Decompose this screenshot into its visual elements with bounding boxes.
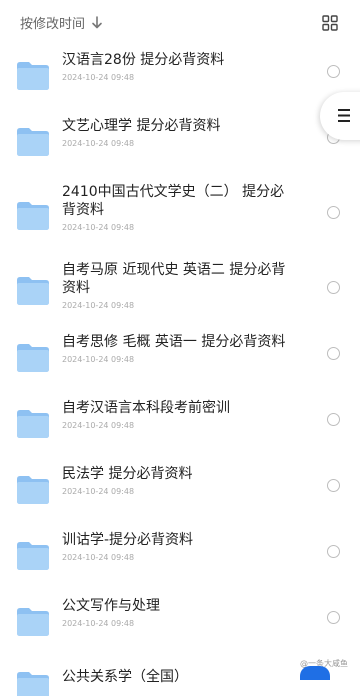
file-info: 自考思修 毛概 英语一 提分必背资料 2024-10-24 09:48 <box>62 333 308 365</box>
folder-icon <box>17 62 49 90</box>
file-name: 文艺心理学 提分必背资料 <box>62 118 221 134</box>
file-name: 自考思修 毛概 英语一 提分必背资料 <box>62 334 286 350</box>
folder-icon <box>17 542 49 570</box>
file-info: 公共关系学（全国） <box>62 668 308 686</box>
file-row[interactable]: 训诂学-提分必背资料 2024-10-24 09:48 <box>0 524 360 590</box>
file-info: 文艺心理学 提分必背资料 2024-10-24 09:48 <box>62 117 308 149</box>
file-row[interactable]: 自考汉语言本科段考前密训 2024-10-24 09:48 <box>0 392 360 458</box>
folder-icon <box>17 277 49 305</box>
file-date: 2024-10-24 09:48 <box>62 139 135 148</box>
file-date: 2024-10-24 09:48 <box>62 355 135 364</box>
file-row[interactable]: 自考思修 毛概 英语一 提分必背资料 2024-10-24 09:48 <box>0 326 360 392</box>
file-name: 2410中国古代文学史（二） 提分必背资料 <box>62 184 285 218</box>
file-info: 公文写作与处理 2024-10-24 09:48 <box>62 597 308 629</box>
file-date: 2024-10-24 09:48 <box>62 73 135 82</box>
file-date: 2024-10-24 09:48 <box>62 301 135 310</box>
sort-by-modified-button[interactable]: 按修改时间 <box>20 13 103 32</box>
folder-icon <box>17 344 49 372</box>
file-name: 汉语言28份 提分必背资料 <box>62 52 225 68</box>
file-date: 2024-10-24 09:48 <box>62 487 135 496</box>
folder-icon <box>17 608 49 636</box>
file-date: 2024-10-24 09:48 <box>62 223 135 232</box>
file-date: 2024-10-24 09:48 <box>62 421 135 430</box>
sort-label: 按修改时间 <box>20 17 86 32</box>
file-list: 汉语言28份 提分必背资料 2024-10-24 09:48 文艺心理学 提分必… <box>0 44 360 696</box>
file-info: 自考汉语言本科段考前密训 2024-10-24 09:48 <box>62 399 308 431</box>
select-radio[interactable] <box>327 479 340 492</box>
menu-icon <box>338 109 350 122</box>
floating-action-button[interactable] <box>300 666 330 680</box>
folder-icon <box>17 202 49 230</box>
select-radio[interactable] <box>327 545 340 558</box>
folder-icon <box>17 672 49 696</box>
file-row[interactable]: 公文写作与处理 2024-10-24 09:48 <box>0 590 360 656</box>
file-name: 公文写作与处理 <box>62 598 160 614</box>
file-info: 自考马原 近现代史 英语二 提分必背资料 2024-10-24 09:48 <box>62 261 298 311</box>
menu-button[interactable] <box>320 92 360 140</box>
grid-view-icon[interactable] <box>322 15 338 31</box>
file-info: 汉语言28份 提分必背资料 2024-10-24 09:48 <box>62 51 308 83</box>
file-row[interactable]: 汉语言28份 提分必背资料 2024-10-24 09:48 <box>0 44 360 110</box>
select-radio[interactable] <box>327 206 340 219</box>
file-info: 训诂学-提分必背资料 2024-10-24 09:48 <box>62 531 308 563</box>
folder-icon <box>17 476 49 504</box>
arrow-down-icon <box>92 15 102 28</box>
folder-icon <box>17 410 49 438</box>
folder-icon <box>17 128 49 156</box>
file-info: 民法学 提分必背资料 2024-10-24 09:48 <box>62 465 308 497</box>
file-row[interactable]: 自考马原 近现代史 英语二 提分必背资料 2024-10-24 09:48 <box>0 254 360 326</box>
select-radio[interactable] <box>327 65 340 78</box>
select-radio[interactable] <box>327 413 340 426</box>
file-name: 自考汉语言本科段考前密训 <box>62 400 230 416</box>
file-name: 民法学 提分必背资料 <box>62 466 193 482</box>
select-radio[interactable] <box>327 347 340 360</box>
file-info: 2410中国古代文学史（二） 提分必背资料 2024-10-24 09:48 <box>62 183 298 233</box>
file-name: 训诂学-提分必背资料 <box>62 532 194 548</box>
file-date: 2024-10-24 09:48 <box>62 553 135 562</box>
select-radio[interactable] <box>327 611 340 624</box>
select-radio[interactable] <box>327 281 340 294</box>
top-bar: 按修改时间 <box>0 0 360 44</box>
file-row[interactable]: 民法学 提分必背资料 2024-10-24 09:48 <box>0 458 360 524</box>
file-row[interactable]: 2410中国古代文学史（二） 提分必背资料 2024-10-24 09:48 <box>0 176 360 254</box>
file-name: 公共关系学（全国） <box>62 669 188 685</box>
file-date: 2024-10-24 09:48 <box>62 619 135 628</box>
file-row[interactable]: 文艺心理学 提分必背资料 2024-10-24 09:48 <box>0 110 360 176</box>
file-name: 自考马原 近现代史 英语二 提分必背资料 <box>62 262 286 296</box>
